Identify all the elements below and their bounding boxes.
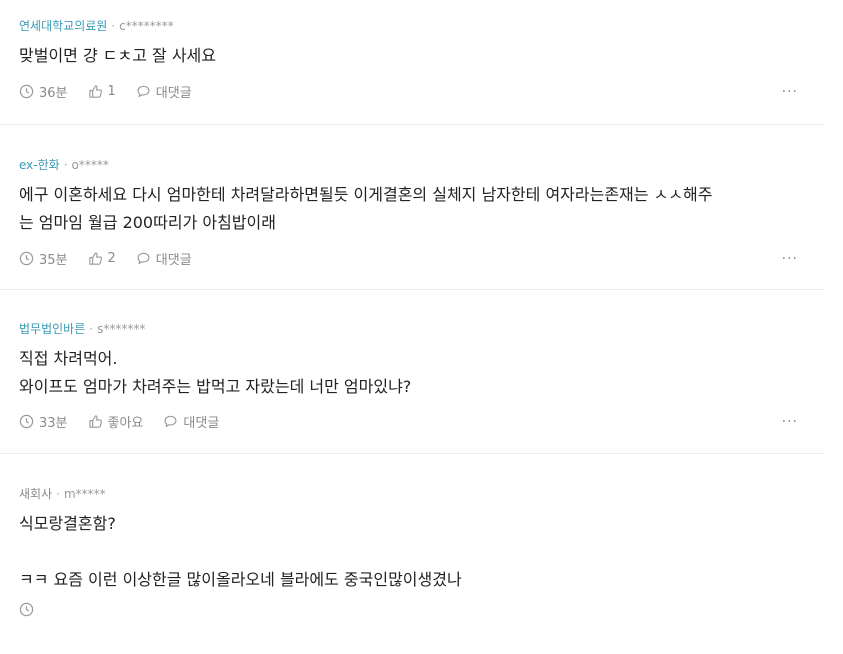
comment-text-line: 직접 차려먹어. xyxy=(19,349,118,368)
timestamp: 33분 xyxy=(19,412,68,431)
speech-bubble-icon xyxy=(164,415,177,428)
meta-separator: · xyxy=(63,158,68,172)
comment-item: 새회사 · m***** 식모랑결혼함? ㅋㅋ 요즘 이런 이상한글 많이올라오네 블… xyxy=(0,454,825,654)
thumbs-up-icon xyxy=(88,415,102,428)
meta-separator: · xyxy=(111,19,116,33)
user-name: m***** xyxy=(63,487,106,501)
time-label: 35분 xyxy=(39,253,68,268)
comment-actions xyxy=(19,602,59,617)
reply-button[interactable]: 대댓글 xyxy=(136,249,192,268)
user-name: o***** xyxy=(71,158,109,172)
time-label: 33분 xyxy=(39,416,68,431)
clock-icon xyxy=(19,84,34,99)
comment-actions: 36분 1 대댓글 xyxy=(19,82,212,101)
like-button[interactable]: 2 xyxy=(88,251,116,266)
reply-label: 대댓글 xyxy=(183,416,220,431)
comment-body: 에구 이혼하세요 다시 엄마한테 차려달라하면될듯 이게결혼의 실체지 남자한테… xyxy=(19,181,809,237)
meta-separator: · xyxy=(56,487,60,501)
like-count: 1 xyxy=(107,84,116,99)
comment-text-line: 에구 이혼하세요 다시 엄마한테 차려달라하면될듯 이게결혼의 실체지 남자한테… xyxy=(19,185,713,204)
comment-body: 맞벌이면 걍 ㄷㅊ고 잘 사세요 xyxy=(19,42,809,70)
time-label: 36분 xyxy=(39,86,68,101)
meta-separator: · xyxy=(89,322,94,336)
company-name[interactable]: 법무법인바른 xyxy=(19,322,85,336)
comment-text-line: 는 엄마임 월급 200따리가 아침밥이래 xyxy=(19,213,276,232)
speech-bubble-icon xyxy=(137,252,150,265)
company-name[interactable]: ex-한화 xyxy=(19,158,60,172)
comment-meta: 새회사 · m***** xyxy=(19,486,825,502)
comment-item: 연세대학교의료원 · c******** 맞벌이면 걍 ㄷㅊ고 잘 사세요 36분 … xyxy=(0,0,825,125)
thumbs-up-icon xyxy=(88,85,102,98)
user-name: c******** xyxy=(119,19,174,33)
comment-meta: 법무법인바른 · s******* xyxy=(19,321,825,337)
clock-icon xyxy=(19,602,34,617)
comment-text-line: 맞벌이면 걍 ㄷㅊ고 잘 사세요 xyxy=(19,46,216,65)
timestamp: 35분 xyxy=(19,249,68,268)
comment-meta: 연세대학교의료원 · c******** xyxy=(19,18,825,34)
speech-bubble-icon xyxy=(137,85,150,98)
like-count: 2 xyxy=(107,251,116,266)
comment-text-line: ㅋㅋ 요즘 이런 이상한글 많이올라오네 블라에도 중국인많이생겼나 xyxy=(19,570,462,589)
comment-text-line: 식모랑결혼함? xyxy=(19,514,116,533)
like-button[interactable]: 1 xyxy=(88,84,116,99)
comment-item: 법무법인바른 · s******* 직접 차려먹어. 와이프도 엄마가 차려주는 밥먹… xyxy=(0,290,825,454)
comment-list: 연세대학교의료원 · c******** 맞벌이면 걍 ㄷㅊ고 잘 사세요 36분 … xyxy=(0,0,825,654)
more-options-icon[interactable]: ··· xyxy=(782,84,798,100)
more-options-icon[interactable]: ··· xyxy=(782,251,798,267)
comment-meta: ex-한화 · o***** xyxy=(19,157,825,173)
clock-icon xyxy=(19,251,34,266)
comment-body: 직접 차려먹어. 와이프도 엄마가 차려주는 밥먹고 자랐는데 너만 엄마있냐? xyxy=(19,345,809,401)
timestamp: 36분 xyxy=(19,82,68,101)
clock-icon xyxy=(19,414,34,429)
comment-actions: 33분 좋아요 대댓글 xyxy=(19,412,239,431)
reply-label: 대댓글 xyxy=(155,253,192,268)
like-label: 좋아요 xyxy=(107,416,144,431)
reply-button[interactable]: 대댓글 xyxy=(163,412,219,431)
reply-label: 대댓글 xyxy=(155,86,192,101)
comment-text-line: 와이프도 엄마가 차려주는 밥먹고 자랐는데 너만 엄마있냐? xyxy=(19,377,412,396)
comment-item: ex-한화 · o***** 에구 이혼하세요 다시 엄마한테 차려달라하면될듯 이… xyxy=(0,125,825,290)
user-name: s******* xyxy=(97,322,146,336)
comment-body: 식모랑결혼함? ㅋㅋ 요즘 이런 이상한글 많이올라오네 블라에도 중국인많이생겼… xyxy=(19,510,809,594)
company-name[interactable]: 새회사 xyxy=(19,487,52,501)
thumbs-up-icon xyxy=(88,252,102,265)
like-button[interactable]: 좋아요 xyxy=(88,412,144,431)
company-name[interactable]: 연세대학교의료원 xyxy=(19,19,107,33)
reply-button[interactable]: 대댓글 xyxy=(136,82,192,101)
comment-actions: 35분 2 대댓글 xyxy=(19,249,212,268)
timestamp xyxy=(19,602,39,617)
comment-text-line xyxy=(19,538,809,566)
more-options-icon[interactable]: ··· xyxy=(782,414,798,430)
